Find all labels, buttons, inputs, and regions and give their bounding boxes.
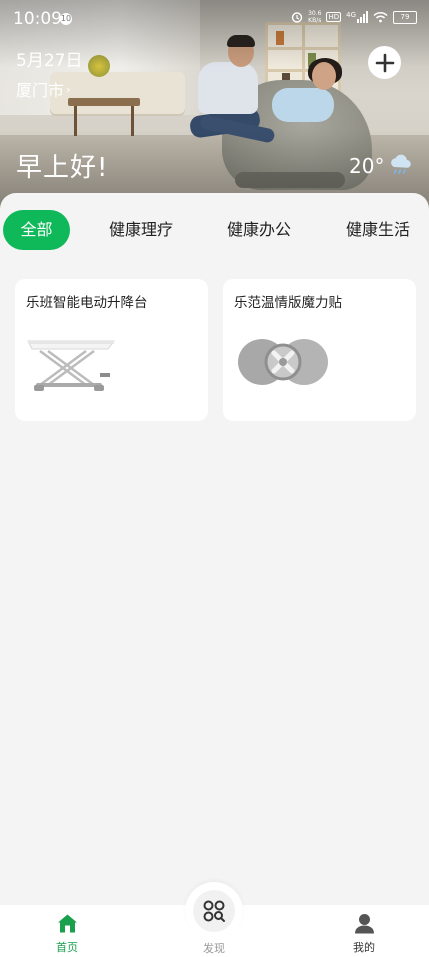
rain-cloud-icon bbox=[391, 154, 412, 174]
notification-badge: 10 bbox=[60, 13, 72, 25]
city-selector[interactable]: 厦门市 › bbox=[16, 77, 70, 101]
temperature: 20° bbox=[349, 154, 385, 178]
wifi-icon bbox=[373, 11, 388, 23]
nav-home[interactable]: 首页 bbox=[27, 905, 107, 957]
nav-home-label: 首页 bbox=[56, 941, 78, 954]
tab-health-therapy[interactable]: 健康理疗 bbox=[97, 210, 185, 250]
nav-mine-label: 我的 bbox=[353, 941, 375, 954]
device-panel: 全部 健康理疗 健康办公 健康生活 乐班智能电动升降台 乐范温情版魔力贴 bbox=[0, 193, 429, 905]
nav-discover-label: 发现 bbox=[203, 942, 225, 955]
nav-discover[interactable] bbox=[185, 882, 243, 940]
device-card-lift-desk[interactable]: 乐班智能电动升降台 bbox=[15, 279, 208, 421]
user-icon bbox=[355, 914, 374, 934]
greeting-text: 早上好! bbox=[16, 153, 109, 183]
device-name: 乐范温情版魔力贴 bbox=[234, 295, 342, 311]
alarm-icon bbox=[291, 12, 303, 23]
magic-patch-image bbox=[238, 339, 328, 385]
tab-all[interactable]: 全部 bbox=[3, 210, 70, 250]
device-name: 乐班智能电动升降台 bbox=[26, 295, 148, 311]
hd-badge: HD bbox=[326, 12, 342, 22]
add-device-button[interactable] bbox=[368, 46, 401, 79]
city-label: 厦门市 bbox=[16, 81, 65, 100]
date-label: 5月27日 bbox=[16, 51, 83, 71]
tab-health-life[interactable]: 健康生活 bbox=[334, 210, 422, 250]
device-card-magic-patch[interactable]: 乐范温情版魔力贴 bbox=[223, 279, 416, 421]
chevron-right-icon: › bbox=[66, 82, 71, 96]
lift-desk-image bbox=[27, 340, 115, 391]
discover-icon bbox=[203, 900, 225, 922]
nav-mine[interactable]: 我的 bbox=[324, 905, 404, 957]
status-time: 10:09 bbox=[13, 9, 62, 29]
net-speed: 30.6 KB/s bbox=[308, 10, 322, 24]
battery-icon: 79 bbox=[393, 10, 417, 24]
status-bar: 10:09 10 30.6 KB/s HD 4G 79 bbox=[0, 0, 429, 38]
signal-icon: 4G bbox=[346, 11, 368, 23]
weather-widget: 20° bbox=[349, 153, 414, 179]
category-tabs: 全部 健康理疗 健康办公 健康生活 bbox=[0, 205, 429, 255]
home-icon bbox=[58, 914, 77, 933]
tab-health-office[interactable]: 健康办公 bbox=[215, 210, 303, 250]
plus-icon bbox=[375, 53, 394, 72]
